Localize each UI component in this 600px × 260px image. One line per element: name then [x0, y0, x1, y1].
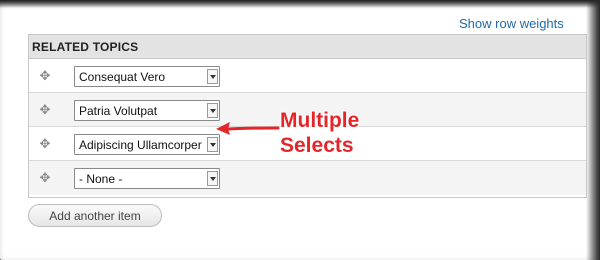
annotation-line-1: Multiple [280, 109, 360, 132]
show-row-weights-link[interactable]: Show row weights [459, 16, 564, 31]
annotation-line-2: Selects [280, 134, 354, 157]
select-value: Adipiscing Ullamcorper [79, 138, 202, 152]
dropdown-arrow-icon[interactable] [207, 69, 218, 84]
page-panel: Show row weights RELATED TOPICS ✥ Conseq… [0, 0, 600, 260]
right-shadow [586, 0, 600, 260]
table-heading: RELATED TOPICS [29, 35, 586, 59]
select-value: Patria Volutpat [79, 104, 158, 118]
dropdown-arrow-icon[interactable] [207, 171, 218, 186]
topic-select[interactable]: - None - [74, 168, 220, 189]
drag-handle-icon[interactable]: ✥ [38, 103, 52, 117]
dropdown-arrow-icon[interactable] [207, 137, 218, 152]
drag-handle-icon[interactable]: ✥ [38, 69, 52, 83]
add-another-item-button[interactable]: Add another item [28, 204, 162, 227]
topic-select[interactable]: Adipiscing Ullamcorper [74, 134, 220, 155]
table-row: ✥ Consequat Vero [29, 59, 586, 93]
annotation-arrow-icon [216, 122, 280, 135]
table-row: ✥ - None - [29, 161, 586, 195]
multiple-selects-annotation: Multiple Selects [280, 108, 359, 158]
drag-handle-icon[interactable]: ✥ [38, 137, 52, 151]
drag-handle-icon[interactable]: ✥ [38, 171, 52, 185]
dropdown-arrow-icon[interactable] [207, 103, 218, 118]
top-shadow [0, 0, 600, 8]
select-value: - None - [79, 172, 123, 186]
select-value: Consequat Vero [79, 70, 166, 84]
topic-select[interactable]: Patria Volutpat [74, 100, 220, 121]
topic-select[interactable]: Consequat Vero [74, 66, 220, 87]
